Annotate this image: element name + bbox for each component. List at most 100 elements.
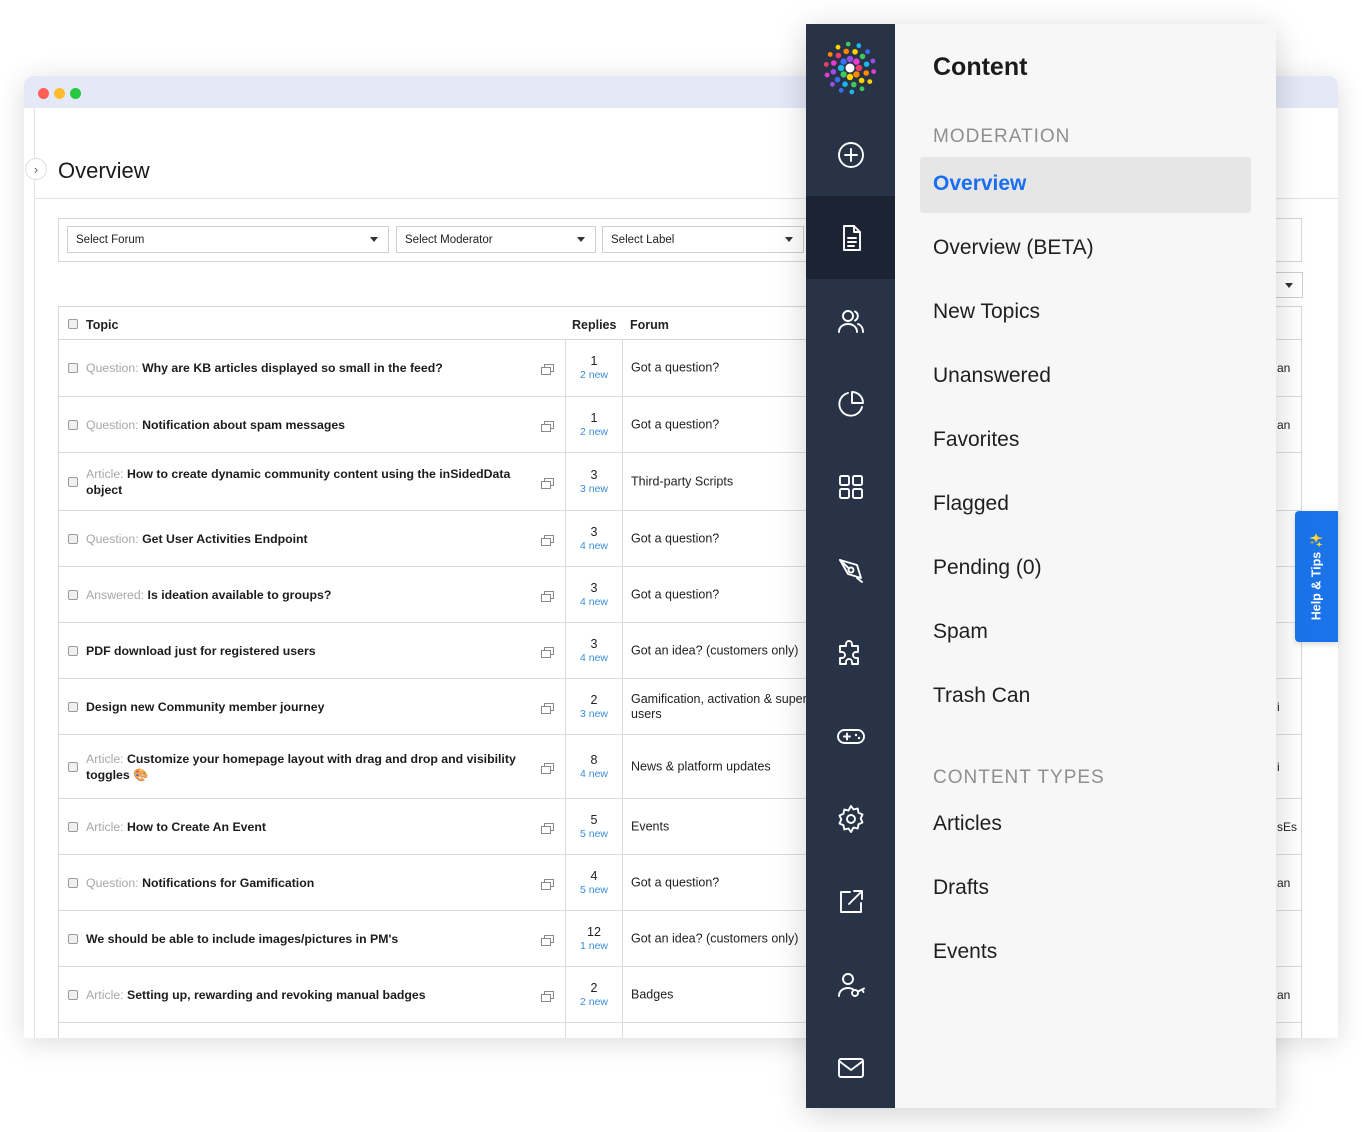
select-forum-label: Select Forum (76, 234, 145, 246)
topic-prefix: Article: (86, 987, 124, 1002)
open-in-new-window-icon[interactable] (541, 933, 554, 946)
topic-prefix: Article: (86, 819, 124, 834)
new-replies-count[interactable]: 5 new (566, 828, 622, 841)
open-in-new-window-icon[interactable] (541, 761, 554, 774)
panel-title: Content (933, 53, 1028, 81)
nav-item-pending-0[interactable]: Pending (0) (933, 556, 1042, 580)
nav-item-articles[interactable]: Articles (933, 812, 1002, 836)
rail-item-document[interactable] (806, 196, 895, 279)
select-forum-dropdown[interactable]: Select Forum (67, 226, 389, 253)
row-checkbox[interactable] (68, 589, 78, 600)
expand-sidebar-button[interactable]: › (25, 158, 47, 180)
new-replies-count[interactable]: 4 new (566, 540, 622, 553)
row-checkbox[interactable] (68, 533, 78, 544)
rail-item-external-link[interactable] (806, 860, 895, 943)
new-replies-count[interactable]: 4 new (566, 652, 622, 665)
rail-item-pen-tool[interactable] (806, 528, 895, 611)
rail-item-plus-circle[interactable] (806, 113, 895, 196)
sort-dropdown[interactable] (1275, 272, 1303, 298)
reply-count: 5 (590, 812, 598, 827)
row-checkbox[interactable] (68, 363, 78, 373)
topic-title: Why are KB articles displayed so small i… (142, 361, 443, 375)
new-replies-count[interactable]: 4 new (566, 596, 622, 609)
topic-link[interactable]: Article: How to Create An Event (86, 819, 526, 835)
help-tips-tab[interactable]: Help & Tips ✨ (1295, 511, 1338, 642)
nav-item-trash-can[interactable]: Trash Can (933, 684, 1030, 708)
open-in-new-window-icon[interactable] (541, 989, 554, 1002)
topic-link[interactable]: Question: Notification about spam messag… (86, 417, 526, 433)
row-checkbox[interactable] (68, 989, 78, 1000)
row-checkbox[interactable] (68, 761, 78, 772)
reply-count: 3 (590, 636, 598, 651)
plus-circle-icon (837, 141, 864, 168)
rail-item-users[interactable] (806, 279, 895, 362)
topic-title: We should be able to include images/pict… (86, 931, 399, 946)
nav-item-events[interactable]: Events (933, 940, 997, 964)
close-window-button[interactable] (38, 88, 49, 99)
rail-item-pie-chart[interactable] (806, 362, 895, 445)
open-in-new-window-icon[interactable] (541, 533, 554, 546)
rail-item-puzzle[interactable] (806, 611, 895, 694)
replies-cell: 12 1 new (565, 911, 623, 966)
rail-item-user-key[interactable] (806, 943, 895, 1026)
rail-item-gear[interactable] (806, 777, 895, 860)
maximize-window-button[interactable] (70, 88, 81, 99)
new-replies-count[interactable]: 4 new (566, 768, 622, 781)
nav-item-overview[interactable]: Overview (933, 172, 1026, 196)
nav-item-new-topics[interactable]: New Topics (933, 300, 1040, 324)
replies-cell: 22 new (565, 967, 623, 1022)
rail-item-gamepad[interactable] (806, 694, 895, 777)
truncated-column-text: an (1277, 417, 1291, 432)
topic-link[interactable]: PDF download just for registered users (86, 643, 526, 659)
select-moderator-dropdown[interactable]: Select Moderator (396, 226, 596, 253)
row-checkbox[interactable] (68, 821, 78, 832)
rail-item-grid[interactable] (806, 445, 895, 528)
open-in-new-window-icon[interactable] (541, 362, 554, 375)
rail-item-mail[interactable] (806, 1026, 895, 1109)
nav-item-spam[interactable]: Spam (933, 620, 988, 644)
new-replies-count[interactable]: 3 new (566, 483, 622, 496)
open-in-new-window-icon[interactable] (541, 476, 554, 489)
reply-count: 3 (590, 467, 598, 482)
nav-item-drafts[interactable]: Drafts (933, 876, 989, 900)
open-in-new-window-icon[interactable] (541, 419, 554, 432)
row-checkbox[interactable] (68, 645, 78, 656)
row-checkbox[interactable] (68, 877, 78, 888)
forum-name: Badges (631, 987, 674, 1001)
select-label-dropdown[interactable]: Select Label (602, 226, 804, 253)
new-replies-count[interactable]: 5 new (566, 884, 622, 897)
row-checkbox[interactable] (68, 701, 78, 712)
open-in-new-window-icon[interactable] (541, 589, 554, 602)
open-in-new-window-icon[interactable] (541, 645, 554, 658)
topic-link[interactable]: Question: Get User Activities Endpoint (86, 531, 526, 547)
topic-link[interactable]: Article: Customize your homepage layout … (86, 751, 526, 783)
new-replies-count[interactable]: 2 new (566, 369, 622, 382)
open-in-new-window-icon[interactable] (541, 821, 554, 834)
topic-link[interactable]: Question: Why are KB articles displayed … (86, 360, 526, 376)
topic-link[interactable]: We should be able to include images/pict… (86, 931, 526, 947)
nav-item-flagged[interactable]: Flagged (933, 492, 1009, 516)
reply-count: 8 (590, 752, 598, 767)
nav-item-overview-beta[interactable]: Overview (BETA) (933, 236, 1094, 260)
row-checkbox[interactable] (68, 476, 78, 487)
puzzle-icon (838, 639, 859, 665)
topic-link[interactable]: Design new Community member journey (86, 699, 526, 715)
topic-link[interactable]: Question: Notifications for Gamification (86, 875, 526, 891)
row-checkbox[interactable] (68, 419, 78, 430)
new-replies-count[interactable]: 3 new (566, 708, 622, 721)
topic-title: Setting up, rewarding and revoking manua… (127, 987, 426, 1002)
section-moderation: MODERATION (933, 126, 1071, 147)
topic-link[interactable]: Article: How to create dynamic community… (86, 466, 526, 498)
open-in-new-window-icon[interactable] (541, 877, 554, 890)
open-in-new-window-icon[interactable] (541, 701, 554, 714)
topic-link[interactable]: Answered: Is ideation available to group… (86, 587, 526, 603)
select-all-checkbox[interactable] (68, 319, 78, 329)
new-replies-count[interactable]: 1 new (566, 940, 622, 953)
row-checkbox[interactable] (68, 933, 78, 944)
minimize-window-button[interactable] (54, 88, 65, 99)
new-replies-count[interactable]: 2 new (566, 996, 622, 1009)
new-replies-count[interactable]: 2 new (566, 426, 622, 439)
nav-item-unanswered[interactable]: Unanswered (933, 364, 1051, 388)
topic-link[interactable]: Article: Setting up, rewarding and revok… (86, 987, 526, 1003)
nav-item-favorites[interactable]: Favorites (933, 428, 1019, 452)
